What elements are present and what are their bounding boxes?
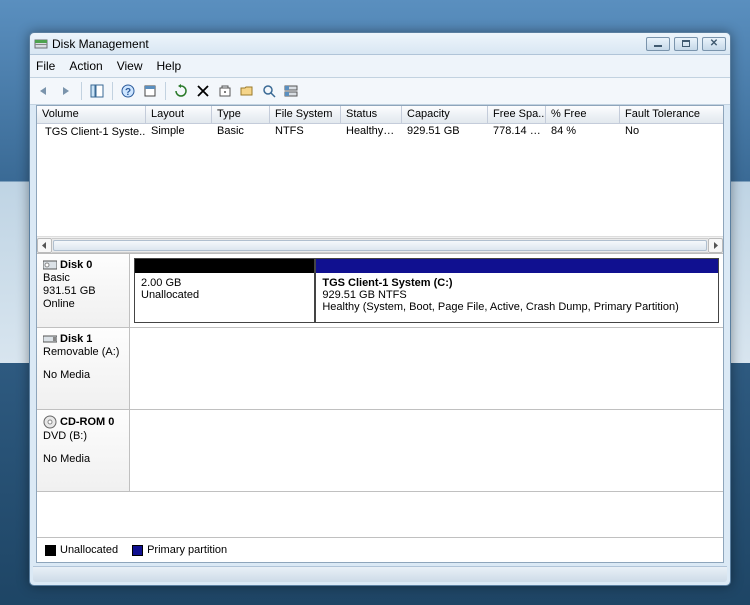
disk-partitions: 2.00 GBUnallocatedTGS Client-1 System (C… bbox=[130, 254, 723, 327]
toolbar: ? bbox=[30, 78, 730, 105]
col-freespace[interactable]: Free Spa... bbox=[488, 106, 546, 123]
disk-label: CD-ROM 0DVD (B:)No Media bbox=[37, 410, 130, 491]
cdrom-icon bbox=[43, 415, 57, 429]
scroll-right-icon[interactable] bbox=[708, 238, 723, 253]
delete-icon[interactable] bbox=[193, 81, 213, 101]
swatch-unallocated bbox=[45, 545, 56, 556]
legend-unallocated: Unallocated bbox=[60, 544, 118, 556]
statusbar bbox=[33, 566, 727, 582]
console-tree-icon[interactable] bbox=[87, 81, 107, 101]
close-button[interactable]: ✕ bbox=[702, 37, 726, 51]
refresh-icon[interactable] bbox=[171, 81, 191, 101]
open-icon[interactable] bbox=[237, 81, 257, 101]
vol-type: Basic bbox=[212, 124, 270, 140]
menu-help[interactable]: Help bbox=[157, 59, 182, 73]
disk-map: Disk 0Basic931.51 GBOnline2.00 GBUnalloc… bbox=[37, 254, 723, 537]
volume-list: Volume Layout Type File System Status Ca… bbox=[37, 106, 723, 254]
app-icon bbox=[34, 37, 48, 51]
legend: Unallocated Primary partition bbox=[37, 537, 723, 562]
hdd-icon bbox=[43, 260, 57, 270]
col-volume[interactable]: Volume bbox=[37, 106, 146, 123]
properties-icon[interactable] bbox=[140, 81, 160, 101]
disk-row[interactable]: CD-ROM 0DVD (B:)No Media bbox=[37, 410, 723, 492]
scroll-track[interactable] bbox=[52, 238, 708, 253]
volume-row[interactable]: TGS Client-1 Syste... Simple Basic NTFS … bbox=[37, 124, 723, 140]
vol-status: Healthy (S... bbox=[341, 124, 402, 140]
settings-icon[interactable] bbox=[215, 81, 235, 101]
disk-management-window: Disk Management ✕ File Action View Help … bbox=[29, 32, 731, 586]
menu-view[interactable]: View bbox=[117, 59, 143, 73]
volume-headers[interactable]: Volume Layout Type File System Status Ca… bbox=[37, 106, 723, 124]
disk-label: Disk 1Removable (A:)No Media bbox=[37, 328, 130, 409]
removable-icon bbox=[43, 334, 57, 344]
disk-label: Disk 0Basic931.51 GBOnline bbox=[37, 254, 130, 327]
legend-primary: Primary partition bbox=[147, 544, 227, 556]
partition[interactable]: 2.00 GBUnallocated bbox=[134, 258, 315, 323]
vol-layout: Simple bbox=[146, 124, 212, 140]
vol-pct: 84 % bbox=[546, 124, 620, 140]
col-fault[interactable]: Fault Tolerance bbox=[620, 106, 700, 123]
disk-row[interactable]: Disk 0Basic931.51 GBOnline2.00 GBUnalloc… bbox=[37, 254, 723, 328]
menu-file[interactable]: File bbox=[36, 59, 55, 73]
col-layout[interactable]: Layout bbox=[146, 106, 212, 123]
vol-free: 778.14 GB bbox=[488, 124, 546, 140]
horizontal-scrollbar[interactable] bbox=[37, 236, 723, 253]
col-status[interactable]: Status bbox=[341, 106, 402, 123]
disk-row[interactable]: Disk 1Removable (A:)No Media bbox=[37, 328, 723, 410]
vol-name: TGS Client-1 Syste... bbox=[45, 126, 146, 138]
titlebar[interactable]: Disk Management ✕ bbox=[30, 33, 730, 55]
back-button[interactable] bbox=[34, 81, 54, 101]
partition[interactable]: TGS Client-1 System (C:)929.51 GB NTFSHe… bbox=[315, 258, 719, 323]
col-type[interactable]: Type bbox=[212, 106, 270, 123]
menubar: File Action View Help bbox=[30, 55, 730, 78]
help-icon[interactable]: ? bbox=[118, 81, 138, 101]
menu-action[interactable]: Action bbox=[69, 59, 102, 73]
vol-fault: No bbox=[620, 124, 700, 140]
col-filesystem[interactable]: File System bbox=[270, 106, 341, 123]
forward-button[interactable] bbox=[56, 81, 76, 101]
col-pctfree[interactable]: % Free bbox=[546, 106, 620, 123]
content-pane: Volume Layout Type File System Status Ca… bbox=[36, 105, 724, 563]
vol-fs: NTFS bbox=[270, 124, 341, 140]
window-title: Disk Management bbox=[52, 37, 646, 51]
vol-capacity: 929.51 GB bbox=[402, 124, 488, 140]
col-capacity[interactable]: Capacity bbox=[402, 106, 488, 123]
search-icon[interactable] bbox=[259, 81, 279, 101]
svg-text:?: ? bbox=[125, 87, 131, 98]
swatch-primary bbox=[132, 545, 143, 556]
volumes-view-icon[interactable] bbox=[281, 81, 301, 101]
scroll-left-icon[interactable] bbox=[37, 238, 52, 253]
minimize-button[interactable] bbox=[646, 37, 670, 51]
maximize-button[interactable] bbox=[674, 37, 698, 51]
